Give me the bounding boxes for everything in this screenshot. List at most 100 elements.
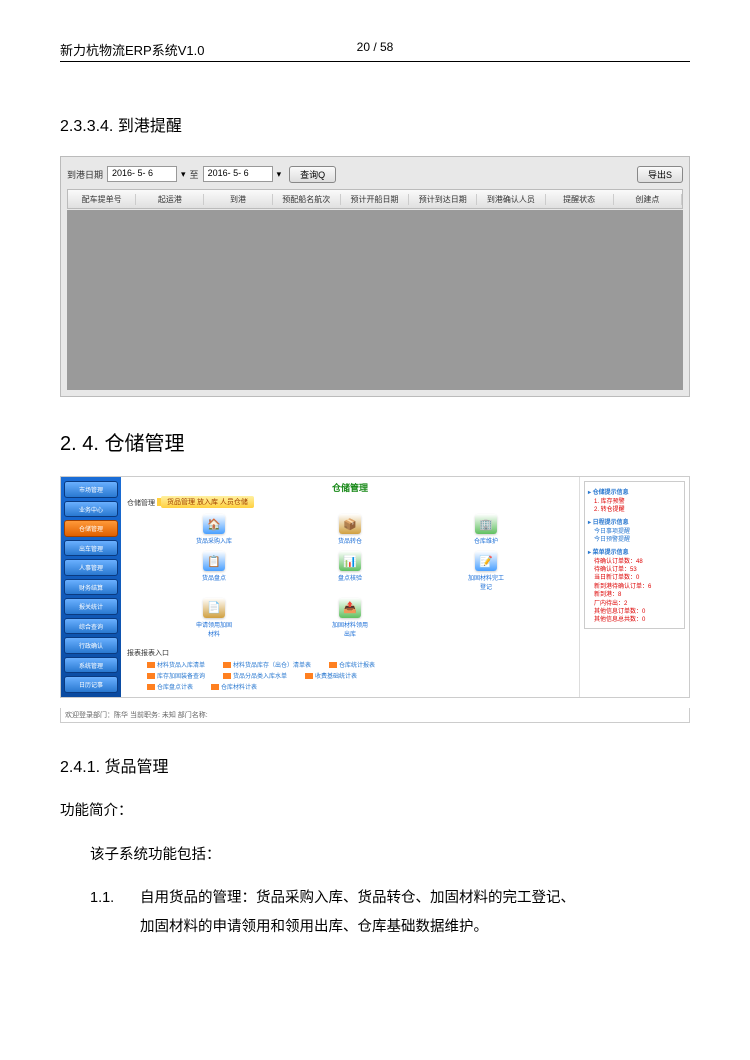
heading-241: 2.4.1. 货品管理 (60, 753, 690, 777)
report-bullet-icon (305, 673, 313, 679)
notif-item[interactable]: 2. 转仓提醒 (594, 506, 681, 514)
report-section-label: 报表报表入口 (127, 648, 573, 658)
module-icon-label: 仓库维护 (474, 536, 498, 545)
sidebar-item[interactable]: 仓储管理 (64, 520, 118, 537)
grid-headers: 配车提单号起运港到港预配船名航次预计开船日期预计到达日期到港确认人员提醒状态创建… (67, 189, 683, 209)
module-title: 仓储管理 (121, 477, 579, 496)
module-icon-item[interactable]: 🏠 货品采购入库 (151, 514, 277, 545)
date-from-input[interactable]: 2016- 5- 6 (107, 166, 177, 182)
module-icon-item[interactable]: 📋 货品盘点 (151, 551, 277, 591)
date-dropdown-icon[interactable]: ▾ (181, 169, 186, 180)
notif-item[interactable]: 新到港：8 (594, 591, 681, 599)
doc-title: 新力杭物流ERP系统V1.0 (60, 43, 204, 58)
report-link-label: 材料货品入库清单 (157, 660, 205, 669)
module-icon-label: 货品盘点 (202, 573, 226, 582)
date-dropdown-icon[interactable]: ▾ (277, 169, 282, 180)
module-icon-item[interactable]: 📝 加固材料完工登记 (423, 551, 549, 591)
column-header[interactable]: 到港 (204, 194, 272, 205)
query-button[interactable]: 查询Q (289, 166, 336, 183)
heading-2334: 2.3.3.4. 到港提醒 (60, 112, 690, 136)
sidebar-item[interactable]: 行政确认 (64, 637, 118, 654)
report-link[interactable]: 仓库材料计表 (211, 682, 257, 691)
report-bullet-icon (223, 662, 231, 668)
report-bullet-icon (147, 673, 155, 679)
module-icon: 🏠 (203, 514, 225, 534)
notif-item[interactable]: 今日事项提醒 (594, 528, 681, 536)
report-link[interactable]: 材料货品入库清单 (147, 660, 205, 669)
list-para-1b: 加固材料的申请领用和领用出库、仓库基础数据维护。 (140, 913, 690, 942)
sidebar-item[interactable]: 日历记事 (64, 676, 118, 693)
module-icon: 📄 (203, 598, 225, 618)
notif-item[interactable]: 今日预警提醒 (594, 536, 681, 544)
query-toolbar: 到港日期 2016- 5- 6 ▾ 至 2016- 5- 6 ▾ 查询Q 导出S (67, 163, 683, 185)
module-icon-label: 加固材料领用出库 (330, 620, 370, 638)
module-icon-item[interactable]: 📦货品转仓 (287, 514, 413, 545)
column-header[interactable]: 提醒状态 (546, 194, 614, 205)
date-to-input[interactable]: 2016- 5- 6 (203, 166, 273, 182)
module-icon-label: 申请领用加固材料 (194, 620, 234, 638)
notif-item[interactable]: 其他信息总共数：0 (594, 616, 681, 624)
list-para-1a: 自用货品的管理：货品采购入库、货品转仓、加固材料的完工登记、 (140, 884, 690, 913)
report-link-label: 货品分品类入库水单 (233, 671, 287, 680)
column-header[interactable]: 预计开船日期 (341, 194, 409, 205)
export-button[interactable]: 导出S (637, 166, 683, 183)
banner-label: 仓储管理 (127, 498, 157, 508)
module-icon-item[interactable]: 🏢 仓库维护 (423, 514, 549, 545)
sidebar-item[interactable]: 报关统计 (64, 598, 118, 615)
sidebar-item[interactable]: 人事管理 (64, 559, 118, 576)
sidebar: 市场管理业务中心仓储管理出车管理人事管理财务结算报关统计综合查询行政确认系统管理… (61, 477, 121, 697)
module-icon: 📋 (203, 551, 225, 571)
notif-item[interactable]: 待确认订单数：48 (594, 558, 681, 566)
report-bullet-icon (147, 684, 155, 690)
sidebar-item[interactable]: 出车管理 (64, 540, 118, 557)
status-bar: 欢迎登录部门：陈华 当前职务: 未知 部门名称: (60, 708, 690, 723)
module-icon-item[interactable]: 📄 申请领用加固材料 (151, 598, 277, 638)
module-icon: 📝 (475, 551, 497, 571)
report-link[interactable]: 收费基础统计表 (305, 671, 357, 680)
screenshot-arrival-reminder: 到港日期 2016- 5- 6 ▾ 至 2016- 5- 6 ▾ 查询Q 导出S… (60, 156, 690, 397)
sidebar-item[interactable]: 市场管理 (64, 481, 118, 498)
module-icon: 📤 (339, 598, 361, 618)
column-header[interactable]: 创建点 (614, 194, 682, 205)
module-icon: 📊 (339, 551, 361, 571)
report-link[interactable]: 库存加固装备查询 (147, 671, 205, 680)
column-header[interactable]: 预配船名航次 (273, 194, 341, 205)
notif-item[interactable]: 新到港待确认订单：6 (594, 583, 681, 591)
report-link[interactable]: 仓库统计报表 (329, 660, 375, 669)
report-link[interactable]: 材料货品库存（出仓）清单表 (223, 660, 311, 669)
list-number-1: 1.1. (90, 884, 140, 913)
notif-item[interactable]: 待确认订单：53 (594, 566, 681, 574)
module-icon-label: 货品采购入库 (196, 536, 232, 545)
module-icon-label: 加固材料完工登记 (466, 573, 506, 591)
report-link[interactable]: 仓库盘点计表 (147, 682, 193, 691)
heading-24: 2. 4. 仓储管理 (60, 427, 690, 456)
report-link-label: 收费基础统计表 (315, 671, 357, 680)
column-header[interactable]: 到港确认人员 (477, 194, 545, 205)
sidebar-item[interactable]: 综合查询 (64, 618, 118, 635)
report-link[interactable]: 货品分品类入库水单 (223, 671, 287, 680)
report-bullet-icon (211, 684, 219, 690)
notif-item[interactable]: 其他信息订单数：0 (594, 608, 681, 616)
body-line1: 该子系统功能包括： (90, 841, 690, 870)
module-icon-label: 盘点核验 (338, 573, 362, 582)
column-header[interactable]: 起运港 (136, 194, 204, 205)
report-link-label: 仓库盘点计表 (157, 682, 193, 691)
column-header[interactable]: 配车提单号 (68, 194, 136, 205)
report-link-label: 库存加固装备查询 (157, 671, 205, 680)
grid-body-empty (67, 210, 683, 390)
sidebar-item[interactable]: 财务结算 (64, 579, 118, 596)
notif-item[interactable]: 1. 库存预警 (594, 498, 681, 506)
notif-item[interactable]: 当日新订单数：0 (594, 574, 681, 582)
date-to-label: 至 (190, 168, 199, 181)
notif-item[interactable]: 厂内待出：2 (594, 600, 681, 608)
sidebar-item[interactable]: 业务中心 (64, 501, 118, 518)
report-link-label: 仓库材料计表 (221, 682, 257, 691)
notif-header: ▸ 仓储提示信息 (588, 487, 681, 496)
column-header[interactable]: 预计到达日期 (409, 194, 477, 205)
module-icon: 🏢 (475, 514, 497, 534)
report-bullet-icon (223, 673, 231, 679)
module-icon-item[interactable]: 📊 盘点核验 (287, 551, 413, 591)
sidebar-item[interactable]: 系统管理 (64, 657, 118, 674)
intro-label: 功能简介： (60, 797, 690, 826)
module-icon-item[interactable]: 📤 加固材料领用出库 (287, 598, 413, 638)
